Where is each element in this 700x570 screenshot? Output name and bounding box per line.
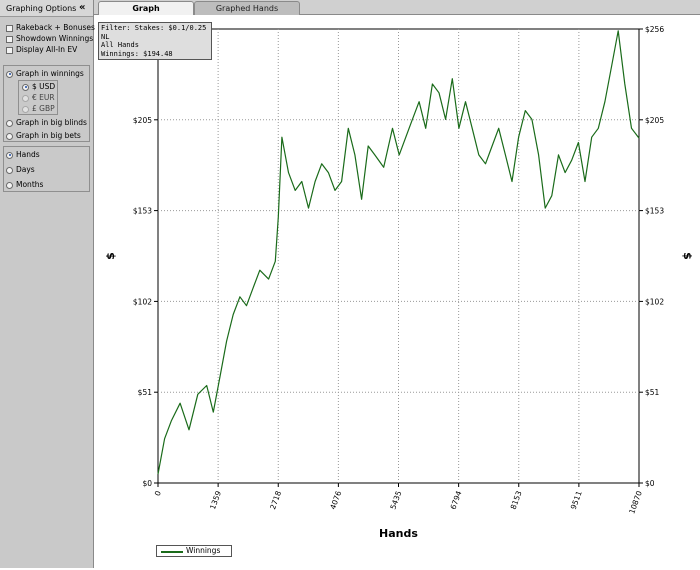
chart-legend: Winnings: [156, 545, 232, 557]
x-mode-months-radio[interactable]: Months: [6, 179, 43, 190]
y-tick-label-right: $0: [645, 479, 655, 488]
radio-icon[interactable]: [6, 119, 13, 127]
filter-info-box: Filter: Stakes: $0.1/0.25 NL All Hands W…: [98, 22, 212, 60]
panel-title: Graphing Options: [6, 4, 77, 13]
radio-icon[interactable]: [6, 132, 13, 140]
x-tick-label: 9511: [569, 489, 584, 510]
x-tick-label: 10870: [627, 489, 644, 515]
x-tick-label: 5435: [388, 489, 403, 510]
tab-strip: Graph Graphed Hands: [94, 0, 700, 15]
rakeback-checkbox[interactable]: Rakeback + Bonuses: [6, 22, 95, 33]
x-tick-label: 8153: [509, 489, 524, 510]
checkbox-icon[interactable]: [6, 24, 13, 32]
radio-selected-icon[interactable]: [22, 83, 29, 91]
collapse-icon[interactable]: «: [79, 2, 85, 13]
filter-stakes-text: Filter: Stakes: $0.1/0.25 NL: [101, 24, 207, 41]
x-tick-label: 2718: [268, 489, 283, 510]
radio-icon[interactable]: [6, 181, 13, 189]
y-tick-label-right: $153: [645, 207, 664, 216]
checkbox-icon[interactable]: [6, 46, 13, 54]
y-tick-label: $205: [133, 116, 152, 125]
plot-area: [157, 28, 640, 484]
y-tick-label: $51: [138, 388, 153, 397]
y-tick-label-right: $51: [645, 388, 660, 397]
radio-icon[interactable]: [22, 105, 29, 113]
y-tick-label: $0: [142, 479, 152, 488]
winnings-chart: $0$0$51$51$102$102$153$153$205$205$256$2…: [94, 15, 700, 568]
panel-header: Graphing Options «: [0, 0, 93, 17]
x-tick-label: 6794: [449, 489, 464, 510]
currency-usd-radio[interactable]: $ USD: [22, 81, 55, 92]
graph-in-big-blinds-radio[interactable]: Graph in big blinds: [6, 117, 87, 128]
currency-eur-radio[interactable]: € EUR: [22, 92, 55, 103]
y-axis-title: $: [104, 252, 117, 260]
graph-in-big-bets-radio[interactable]: Graph in big bets: [6, 130, 81, 141]
x-axis-title: Hands: [379, 527, 418, 540]
legend-label-winnings: Winnings: [186, 546, 221, 555]
y-axis-title-right: $: [681, 252, 694, 260]
radio-selected-icon[interactable]: [6, 151, 13, 159]
tab-graphed-hands[interactable]: Graphed Hands: [194, 1, 300, 15]
tab-graph[interactable]: Graph: [98, 1, 194, 15]
legend-swatch: [161, 551, 183, 553]
graph-in-winnings-radio[interactable]: Graph in winnings: [6, 68, 84, 79]
checkbox-icon[interactable]: [6, 35, 13, 43]
currency-gbp-radio[interactable]: £ GBP: [22, 103, 55, 114]
radio-icon[interactable]: [6, 166, 13, 174]
y-tick-label: $102: [133, 297, 152, 306]
all-in-ev-checkbox[interactable]: Display All-In EV: [6, 44, 77, 55]
filter-hands-text: All Hands: [101, 41, 139, 49]
x-mode-days-radio[interactable]: Days: [6, 164, 35, 175]
x-mode-hands-radio[interactable]: Hands: [6, 149, 40, 160]
y-tick-label-right: $102: [645, 297, 664, 306]
x-tick-label: 0: [153, 489, 163, 497]
graphing-options-panel: Graphing Options « Rakeback + Bonuses Sh…: [0, 0, 95, 568]
y-tick-label: $153: [133, 207, 152, 216]
showdown-winnings-checkbox[interactable]: Showdown Winnings: [6, 33, 93, 44]
radio-selected-icon[interactable]: [6, 70, 13, 78]
chart-canvas: $0$0$51$51$102$102$153$153$205$205$256$2…: [104, 25, 694, 540]
x-tick-label: 1359: [208, 489, 223, 510]
y-tick-label-right: $256: [645, 25, 664, 34]
radio-icon[interactable]: [22, 94, 29, 102]
filter-winnings-text: Winnings: $194.48: [101, 49, 173, 58]
y-tick-label-right: $205: [645, 116, 664, 125]
x-tick-label: 4076: [328, 489, 343, 510]
